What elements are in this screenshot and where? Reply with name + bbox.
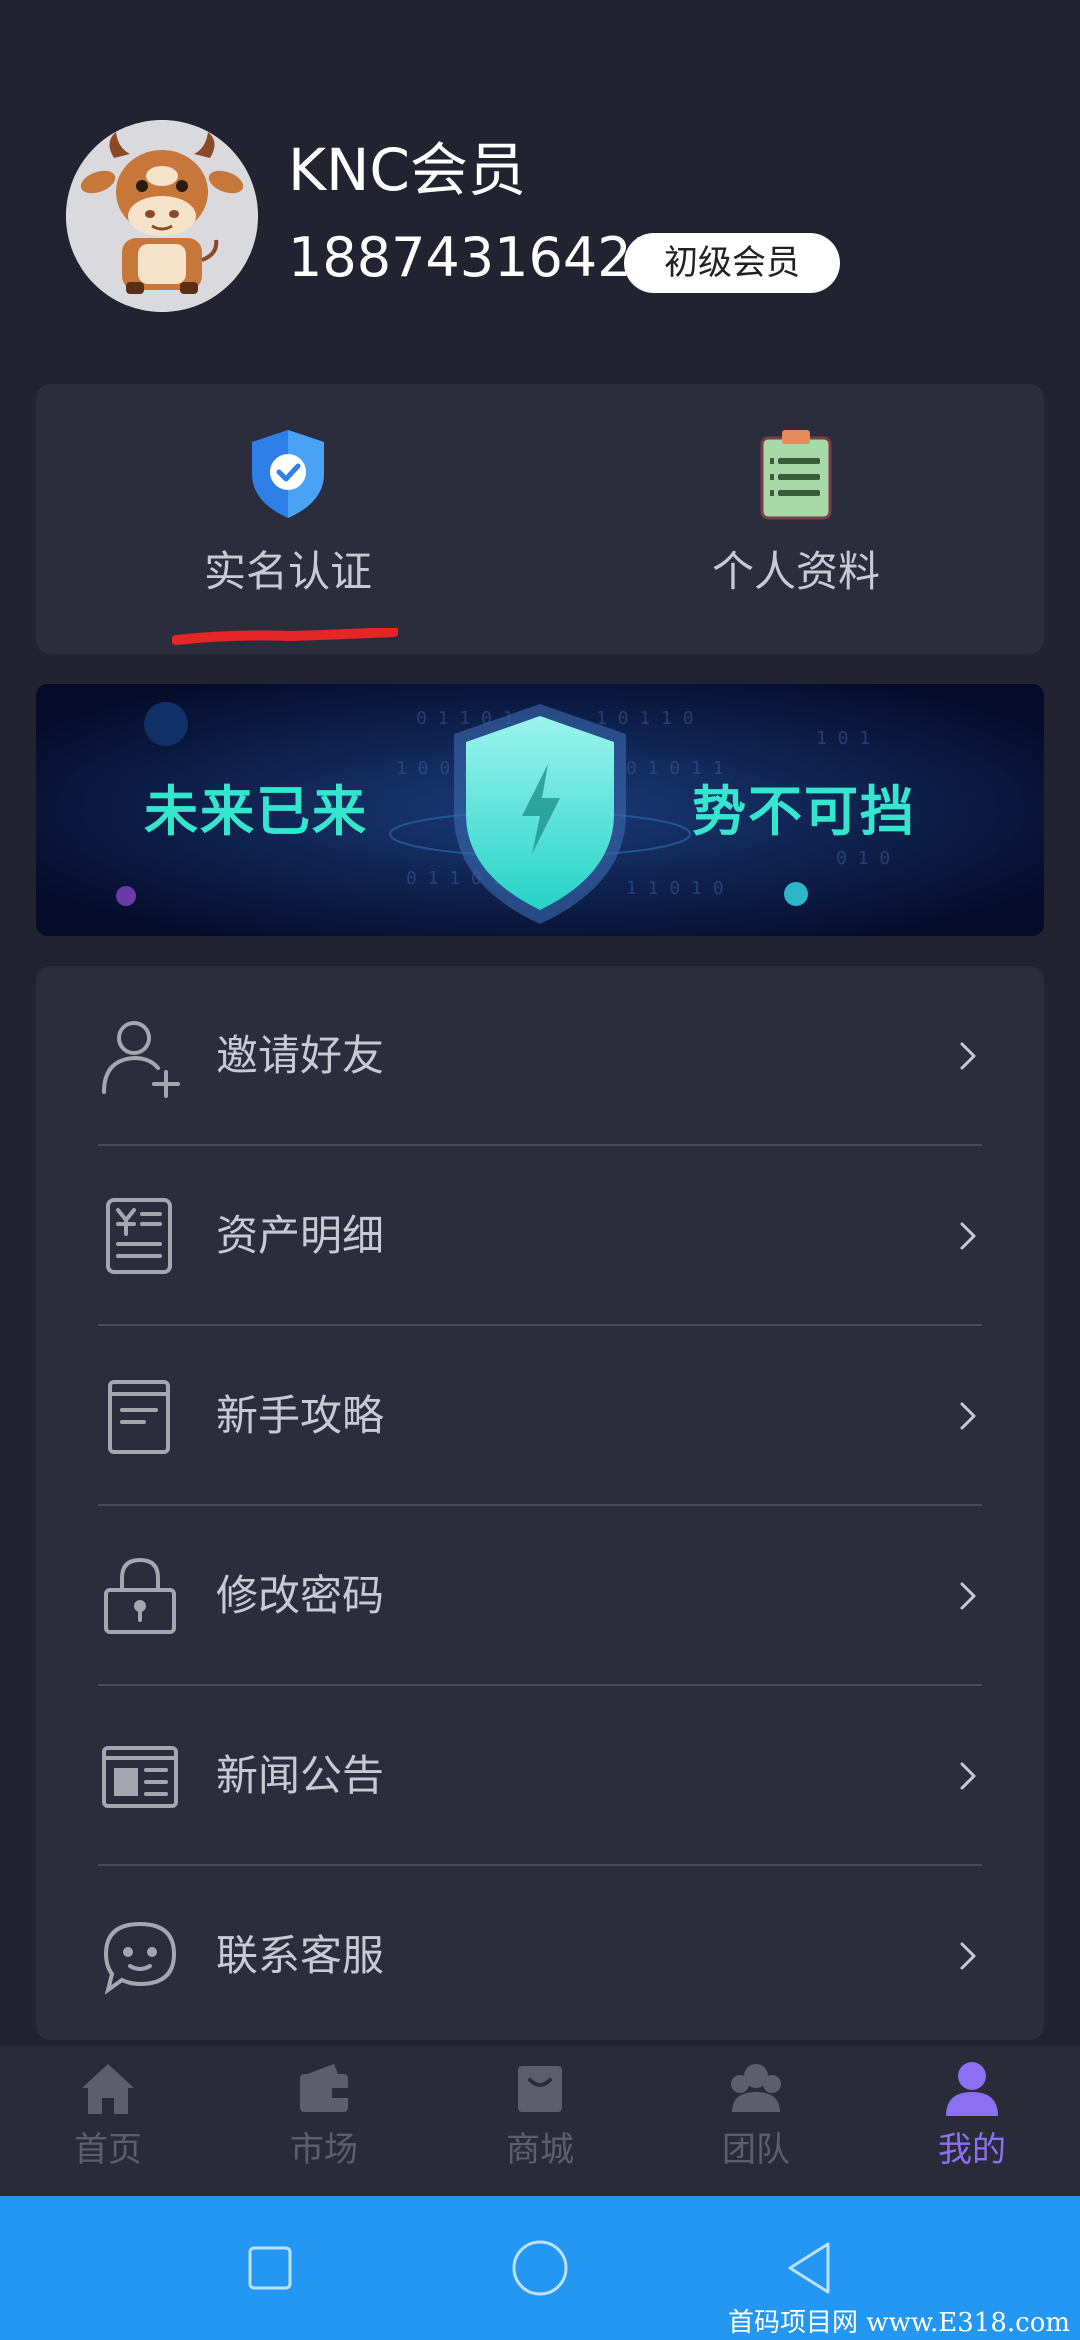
menu-item-change-password[interactable]: 修改密码 [36, 1506, 1044, 1686]
chevron-right-icon [942, 1390, 994, 1442]
menu-item-invite-friends[interactable]: 邀请好友 [36, 966, 1044, 1146]
menu-item-label: 联系客服 [216, 1931, 385, 1980]
menu-item-asset-details[interactable]: 资产明细 [36, 1146, 1044, 1326]
tab-mine[interactable]: 我的 [864, 2046, 1080, 2196]
watermark: 首码项目网 www.E318.com [728, 2308, 1070, 2338]
quick-actions-card: 实名认证 个人资料 [36, 384, 1044, 654]
menu-list: 邀请好友 资产明细 新手攻略 修改密码 新闻公告 联系客服 [36, 966, 1044, 2040]
back-triangle-icon[interactable] [774, 2232, 846, 2304]
annotation-underline [172, 628, 398, 645]
home-icon [78, 2058, 138, 2118]
system-nav-bar: 首码项目网 www.E318.com [0, 2196, 1080, 2340]
tab-label: 团队 [722, 2130, 790, 2170]
profile-header: KNC会员 18874316423 初级会员 [0, 0, 1080, 370]
tab-home[interactable]: 首页 [0, 2046, 216, 2196]
profile-page: KNC会员 18874316423 初级会员 实名认证 个人资料 0 1 1 0… [0, 0, 1080, 2340]
home-circle-icon[interactable] [504, 2232, 576, 2304]
chevron-right-icon [942, 1210, 994, 1262]
lock-icon [98, 1554, 182, 1638]
promo-banner[interactable]: 0 1 1 0 1 1 0 1 1 0 1 0 0 1 1 0 1 0 1 1 … [36, 684, 1044, 936]
chevron-right-icon [942, 1570, 994, 1622]
svg-text:0 1 0: 0 1 0 [836, 848, 890, 869]
svg-text:0 1 0 1 1: 0 1 0 1 1 [626, 758, 724, 779]
profile-phone: 18874316423 [288, 226, 666, 289]
menu-item-label: 新闻公告 [216, 1751, 385, 1800]
banner-slogan-right: 势不可挡 [692, 780, 916, 843]
clipboard-icon [756, 428, 836, 520]
menu-item-label: 新手攻略 [216, 1391, 385, 1440]
menu-item-beginner-guide[interactable]: 新手攻略 [36, 1326, 1044, 1506]
menu-item-contact-support[interactable]: 联系客服 [36, 1866, 1044, 2046]
tab-label: 我的 [938, 2130, 1006, 2170]
cow-mascot-icon [66, 120, 258, 312]
personal-info-button[interactable]: 个人资料 [540, 384, 1044, 654]
member-level-badge: 初级会员 [624, 233, 840, 293]
team-icon [726, 2058, 786, 2118]
chevron-right-icon [942, 1930, 994, 1982]
user-icon [942, 2058, 1002, 2118]
recents-square-icon[interactable] [234, 2232, 306, 2304]
add-user-icon [98, 1014, 182, 1098]
shield-check-icon [248, 428, 328, 520]
tab-label: 商城 [506, 2130, 574, 2170]
svg-text:1 1 0 1 0: 1 1 0 1 0 [626, 878, 724, 899]
chevron-right-icon [942, 1030, 994, 1082]
guide-document-icon [98, 1374, 182, 1458]
wallet-icon [294, 2058, 354, 2118]
bottom-tab-bar: 首页 市场 商城 团队 我的 [0, 2046, 1080, 2196]
banner-slogan-left: 未来已来 [144, 780, 368, 843]
asset-ledger-icon [98, 1194, 182, 1278]
tab-label: 首页 [74, 2130, 142, 2170]
svg-text:1 0 1 1 0: 1 0 1 1 0 [596, 708, 694, 729]
chat-bubble-icon [98, 1914, 182, 1998]
menu-item-label: 资产明细 [216, 1211, 385, 1260]
tab-team[interactable]: 团队 [648, 2046, 864, 2196]
avatar[interactable] [66, 120, 258, 312]
profile-name: KNC会员 [288, 136, 526, 204]
quick-action-label: 实名认证 [203, 547, 372, 596]
quick-action-label: 个人资料 [711, 547, 880, 596]
tab-market[interactable]: 市场 [216, 2046, 432, 2196]
tab-label: 市场 [290, 2130, 358, 2170]
menu-item-label: 邀请好友 [216, 1031, 385, 1080]
shopping-bag-icon [510, 2058, 570, 2118]
tab-mall[interactable]: 商城 [432, 2046, 648, 2196]
menu-item-news-announcements[interactable]: 新闻公告 [36, 1686, 1044, 1866]
svg-text:1 0 1: 1 0 1 [816, 728, 870, 749]
chevron-right-icon [942, 1750, 994, 1802]
newspaper-icon [98, 1734, 182, 1818]
menu-item-label: 修改密码 [216, 1571, 385, 1620]
real-name-verification-button[interactable]: 实名认证 [36, 384, 540, 654]
